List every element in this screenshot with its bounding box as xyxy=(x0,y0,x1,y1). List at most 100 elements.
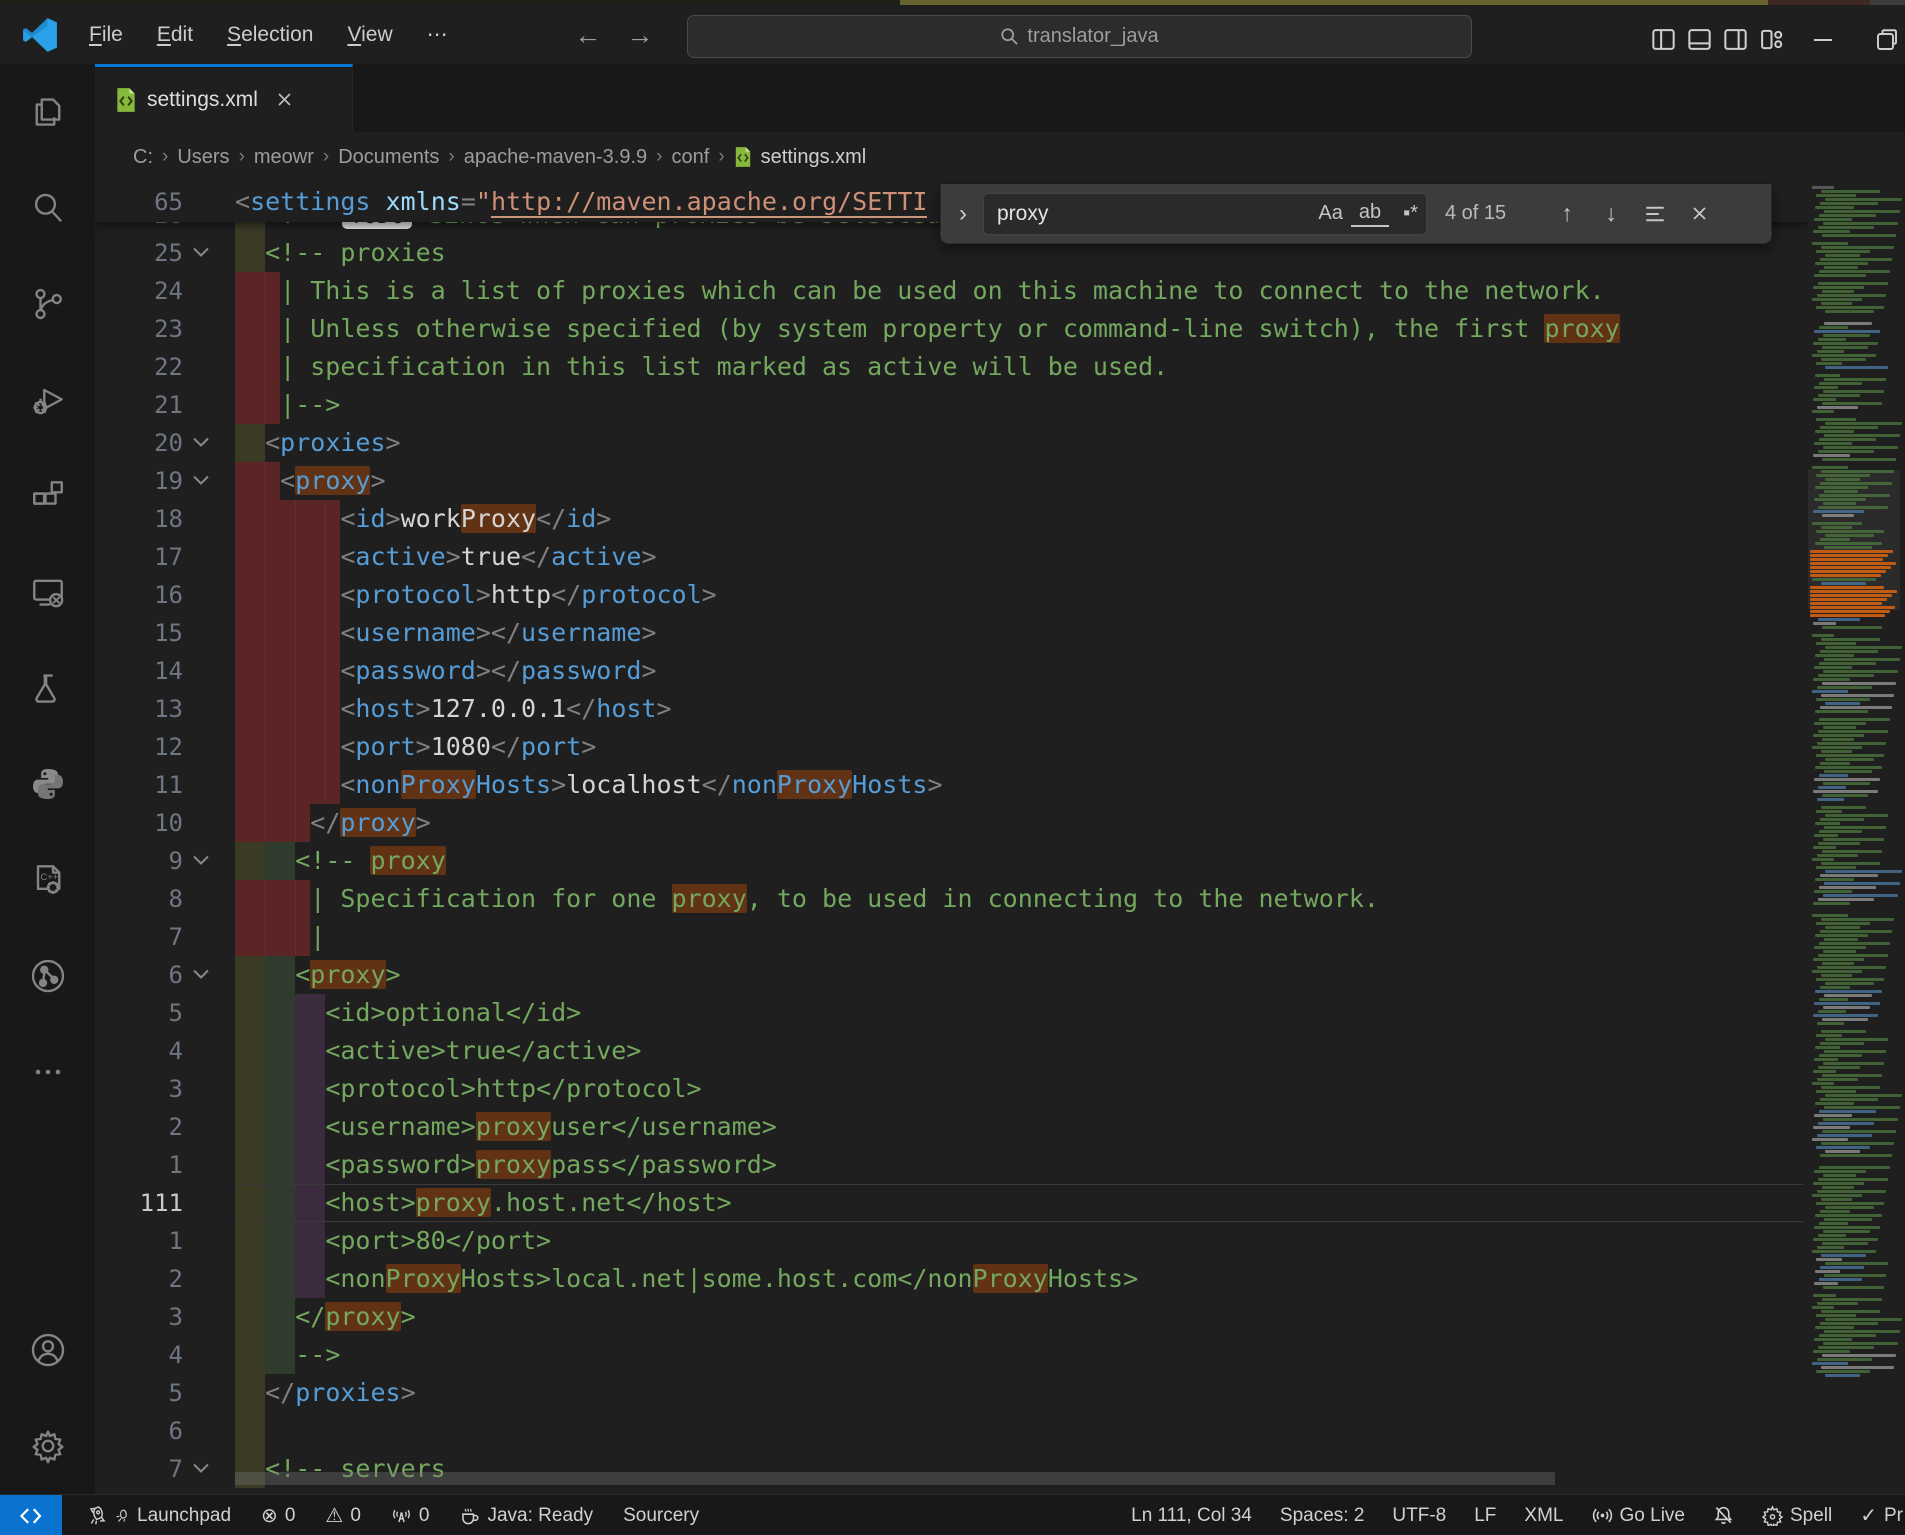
code-line[interactable]: 8 | Specification for one proxy, to be u… xyxy=(95,880,1905,918)
code-line[interactable]: 4 --> xyxy=(95,1336,1905,1374)
find-in-selection-button[interactable] xyxy=(1637,196,1673,232)
code-line[interactable]: 22 | specification in this list marked a… xyxy=(95,348,1905,386)
horizontal-scrollbar[interactable] xyxy=(235,1472,1555,1485)
code-line[interactable]: 19 <proxy> xyxy=(95,462,1905,500)
code-line[interactable]: 6 <proxy> xyxy=(95,956,1905,994)
fold-chevron-icon[interactable] xyxy=(191,853,213,869)
code-line[interactable]: 2 <nonProxyHosts>local.net|some.host.com… xyxy=(95,1260,1905,1298)
menu-[interactable]: ⋯ xyxy=(410,16,465,53)
activity-extensions-icon[interactable] xyxy=(0,448,95,544)
activity-source-control-icon[interactable] xyxy=(0,256,95,352)
code-line[interactable]: 14 <password></password> xyxy=(95,652,1905,690)
line-number[interactable]: 2 xyxy=(95,1260,183,1298)
code-line[interactable]: 7 | xyxy=(95,918,1905,956)
code-line[interactable]: 13 <host>127.0.0.1</host> xyxy=(95,690,1905,728)
code-line[interactable]: 3 </proxy> xyxy=(95,1298,1905,1336)
line-number[interactable]: 4 xyxy=(95,1032,183,1070)
breadcrumb[interactable]: C:›Users›meowr›Documents›apache-maven-3.… xyxy=(95,132,1905,182)
regex-toggle[interactable]: ▪* xyxy=(1395,202,1426,225)
fold-chevron-icon[interactable] xyxy=(191,435,213,451)
line-number[interactable]: 1 xyxy=(95,1146,183,1184)
line-number[interactable]: 6 xyxy=(95,956,183,994)
fold-chevron-icon[interactable] xyxy=(191,967,213,983)
customize-layout-button[interactable] xyxy=(1753,20,1789,60)
nav-forward-button[interactable]: → xyxy=(620,13,660,57)
line-number[interactable]: 7 xyxy=(95,1450,183,1488)
status-item-0[interactable]: ⊗0 xyxy=(261,1503,295,1528)
activity-remote-explorer-icon[interactable] xyxy=(0,544,95,640)
remote-indicator-button[interactable] xyxy=(0,1495,62,1535)
minimap[interactable] xyxy=(1808,182,1900,1494)
line-number[interactable]: 19 xyxy=(95,462,183,500)
line-number[interactable]: 9 xyxy=(95,842,183,880)
match-case-toggle[interactable]: Aa xyxy=(1310,202,1350,225)
menu-selection[interactable]: Selection xyxy=(210,17,330,53)
code-line[interactable]: 16 <protocol>http</protocol> xyxy=(95,576,1905,614)
menu-file[interactable]: File xyxy=(72,17,140,53)
activity-python-icon[interactable] xyxy=(0,736,95,832)
status-item-go-live[interactable]: Go Live xyxy=(1592,1505,1685,1527)
breadcrumb-segment[interactable]: meowr xyxy=(254,146,314,169)
status-item-launchpad[interactable]: Launchpad xyxy=(86,1505,231,1527)
line-number[interactable]: 14 xyxy=(95,652,183,690)
line-number[interactable]: 6 xyxy=(95,1412,183,1450)
status-item-lf[interactable]: LF xyxy=(1474,1505,1496,1527)
code-line[interactable]: 3 <protocol>http</protocol> xyxy=(95,1070,1905,1108)
code-line[interactable]: 4 <active>true</active> xyxy=(95,1032,1905,1070)
code-line[interactable]: 12 <port>1080</port> xyxy=(95,728,1905,766)
find-previous-button[interactable]: ↑ xyxy=(1549,196,1585,232)
activity-cpp-tools-icon[interactable]: C++ xyxy=(0,832,95,928)
line-number[interactable]: 25 xyxy=(95,234,183,272)
line-number[interactable]: 21 xyxy=(95,386,183,424)
line-number[interactable]: 111 xyxy=(95,1184,183,1222)
code-line[interactable]: 21 |--> xyxy=(95,386,1905,424)
whole-word-toggle[interactable]: ab xyxy=(1351,201,1389,227)
code-line[interactable]: 5 <id>optional</id> xyxy=(95,994,1905,1032)
line-number[interactable]: 12 xyxy=(95,728,183,766)
line-number[interactable]: 16 xyxy=(95,576,183,614)
activity-accounts-icon[interactable] xyxy=(0,1302,95,1398)
code-line[interactable]: 5 </proxies> xyxy=(95,1374,1905,1412)
status-item-utf-8[interactable]: UTF-8 xyxy=(1392,1505,1446,1527)
fold-chevron-icon[interactable] xyxy=(191,1461,213,1477)
status-item-0[interactable]: 0 xyxy=(391,1505,430,1527)
line-number[interactable]: 11 xyxy=(95,766,183,804)
line-number[interactable]: 8 xyxy=(95,880,183,918)
line-number[interactable]: 17 xyxy=(95,538,183,576)
command-center-search[interactable]: translator_java xyxy=(687,15,1472,58)
code-line[interactable]: 1 <password>proxypass</password> xyxy=(95,1146,1905,1184)
minimize-button[interactable] xyxy=(1805,20,1841,60)
code-line[interactable]: 6 xyxy=(95,1412,1905,1450)
restore-button[interactable] xyxy=(1869,20,1905,60)
activity-git-graph-icon[interactable] xyxy=(0,928,95,1024)
line-number[interactable]: 4 xyxy=(95,1336,183,1374)
activity-testing-icon[interactable] xyxy=(0,640,95,736)
tab-settings-xml[interactable]: settings.xml xyxy=(95,64,353,132)
line-number[interactable]: 3 xyxy=(95,1070,183,1108)
code-line[interactable]: 18 <id>workProxy</id> xyxy=(95,500,1905,538)
breadcrumb-segment[interactable]: C: xyxy=(133,146,153,169)
nav-back-button[interactable]: ← xyxy=(568,13,608,57)
line-number[interactable]: 3 xyxy=(95,1298,183,1336)
status-item-xml[interactable]: XML xyxy=(1524,1505,1563,1527)
breadcrumb-file[interactable]: settings.xml xyxy=(761,146,867,169)
line-number[interactable]: 10 xyxy=(95,804,183,842)
find-input[interactable] xyxy=(984,202,1310,226)
code-line[interactable]: 20 <proxies> xyxy=(95,424,1905,462)
split-editor-right-button[interactable] xyxy=(1717,20,1753,60)
fold-chevron-icon[interactable] xyxy=(191,245,213,261)
status-item-pr[interactable]: ✓Pr xyxy=(1860,1503,1903,1528)
code-line[interactable]: 10 </proxy> xyxy=(95,804,1905,842)
breadcrumb-segment[interactable]: Users xyxy=(177,146,229,169)
find-replace-toggle-chevron[interactable]: › xyxy=(951,200,975,228)
status-item-java-ready[interactable]: Java: Ready xyxy=(459,1505,593,1527)
code-line[interactable]: 17 <active>true</active> xyxy=(95,538,1905,576)
breadcrumb-segment[interactable]: Documents xyxy=(338,146,439,169)
status-item-sourcery[interactable]: Sourcery xyxy=(623,1505,699,1527)
menu-edit[interactable]: Edit xyxy=(140,17,210,53)
code-line[interactable]: 1 <port>80</port> xyxy=(95,1222,1905,1260)
line-number[interactable]: 2 xyxy=(95,1108,183,1146)
line-number[interactable]: 24 xyxy=(95,272,183,310)
toggle-panel-button[interactable] xyxy=(1681,20,1717,60)
split-editor-left-button[interactable] xyxy=(1645,20,1681,60)
